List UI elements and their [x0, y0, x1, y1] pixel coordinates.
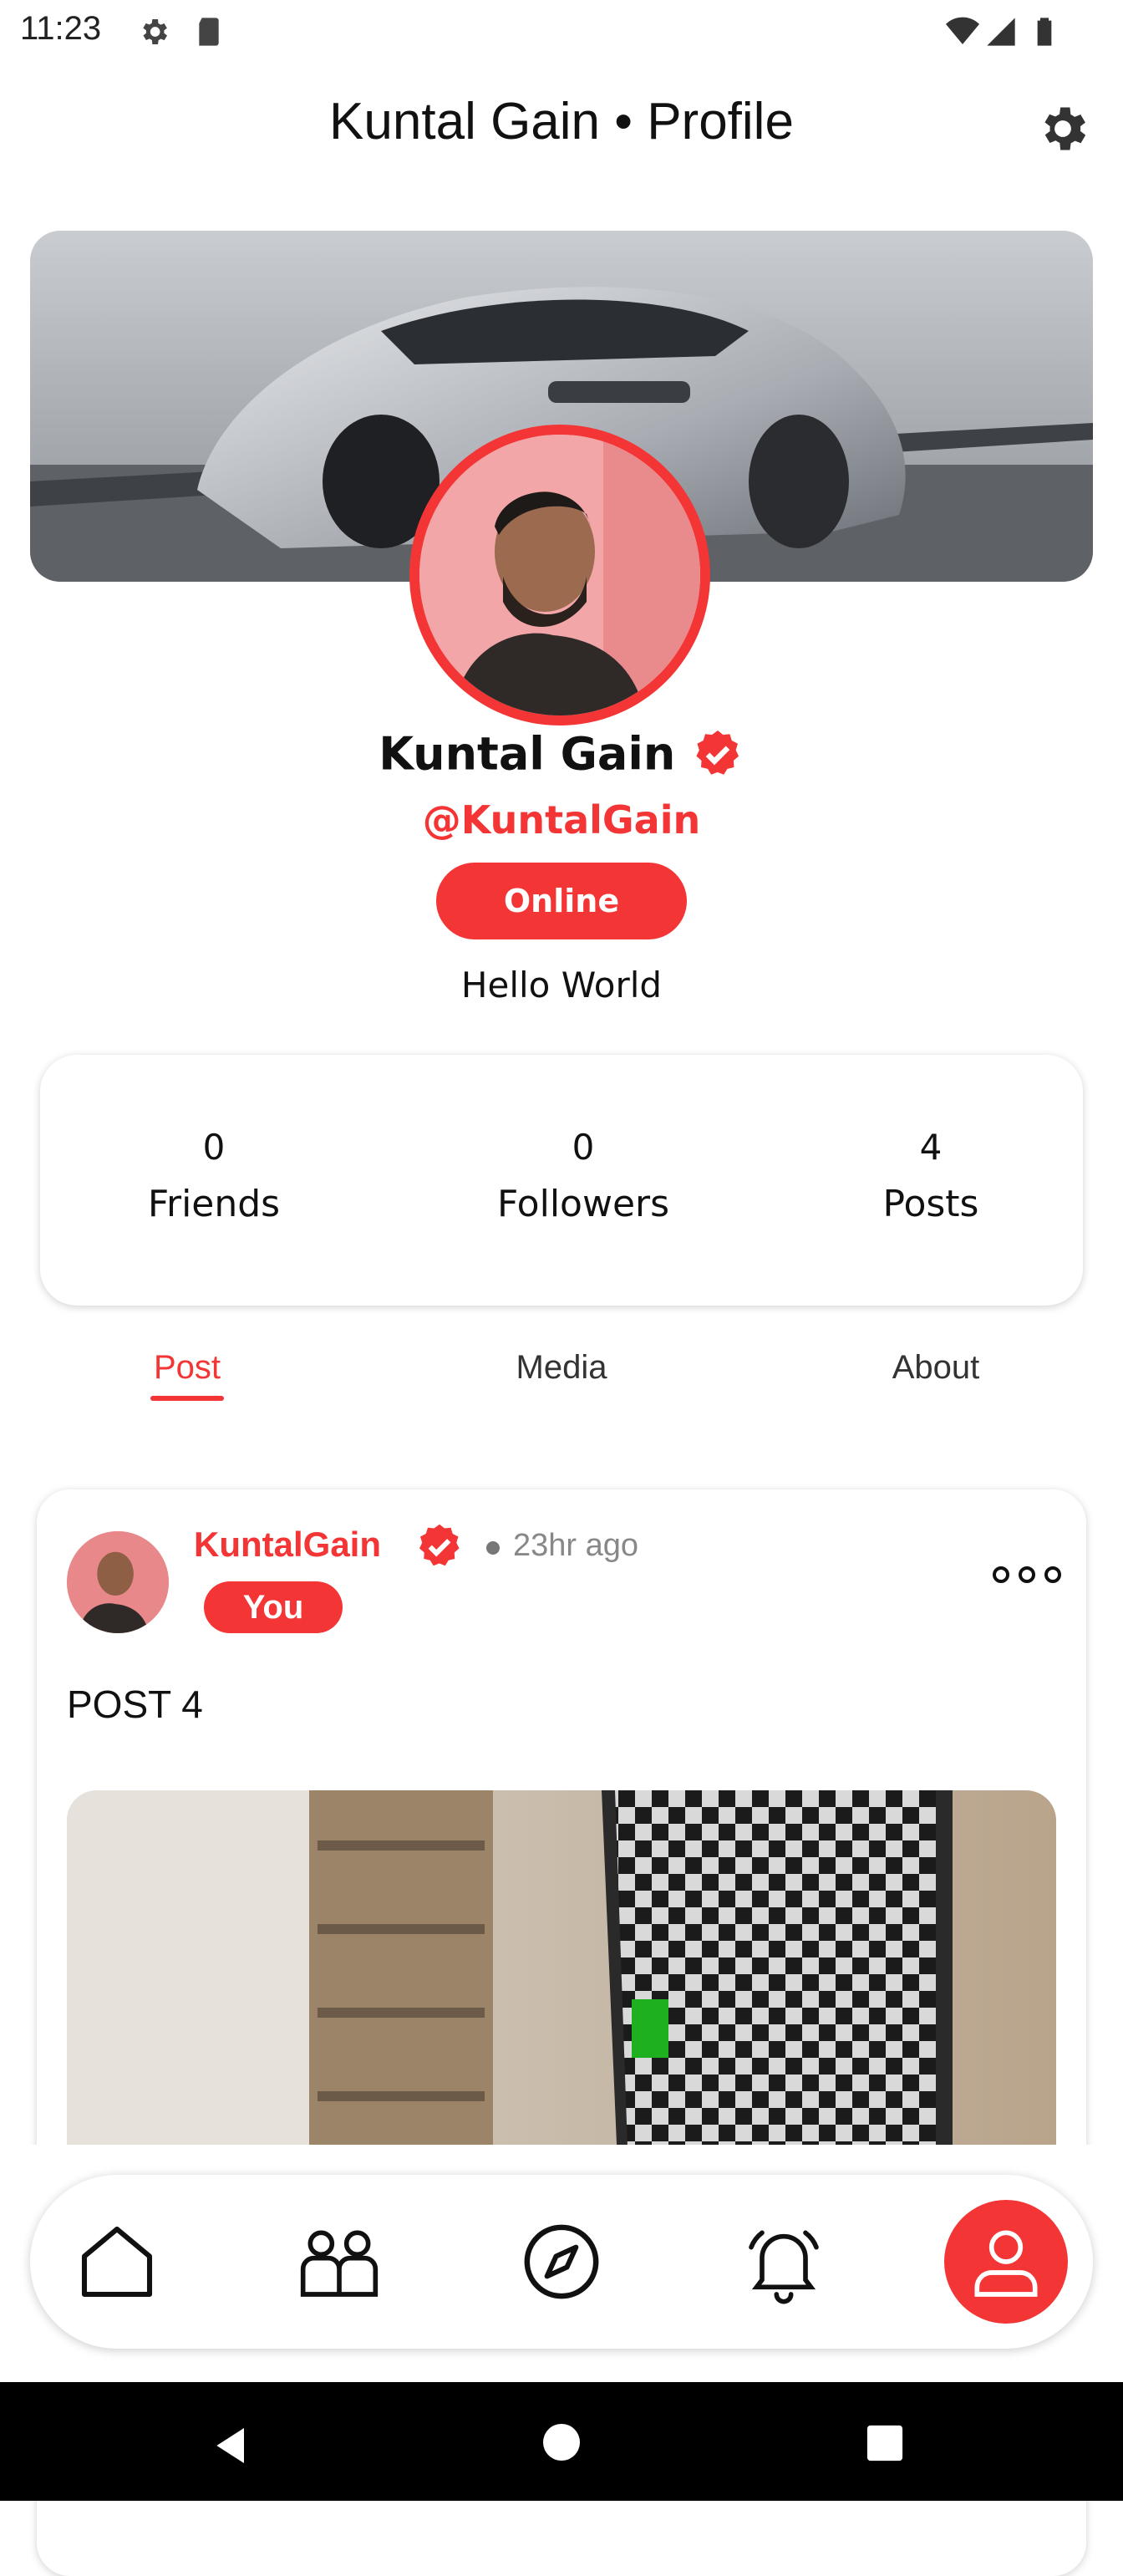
- tab-post[interactable]: Post: [62, 1349, 313, 1387]
- signal-icon: [987, 18, 1015, 46]
- stat-label: Friends: [147, 1183, 281, 1225]
- active-tab-indicator: [150, 1396, 224, 1401]
- stat-posts[interactable]: 4 Posts: [805, 1127, 1056, 1225]
- home-system-icon[interactable]: [541, 2422, 582, 2462]
- verified-badge-icon: [696, 731, 739, 775]
- friends-icon[interactable]: [296, 2218, 383, 2305]
- explore-icon[interactable]: [518, 2218, 605, 2305]
- post-timestamp: 23hr ago: [513, 1528, 639, 1563]
- page-title: Kuntal Gain • Profile: [329, 93, 794, 150]
- stat-friends[interactable]: 0 Friends: [89, 1127, 339, 1225]
- post-author-avatar[interactable]: [67, 1531, 169, 1633]
- stat-followers[interactable]: 0 Followers: [458, 1127, 709, 1225]
- home-icon[interactable]: [74, 2218, 160, 2305]
- status-time: 11:23: [20, 10, 102, 47]
- separator-dot: [486, 1541, 500, 1555]
- you-badge: You: [204, 1581, 343, 1633]
- post-text: POST 4: [67, 1683, 203, 1726]
- notifications-icon[interactable]: [740, 2218, 827, 2305]
- system-navigation-bar: [0, 2382, 1123, 2501]
- profile-nav-active[interactable]: [944, 2200, 1068, 2324]
- post-author-name[interactable]: KuntalGain: [194, 1525, 381, 1565]
- profile-icon[interactable]: [963, 2218, 1049, 2305]
- profile-name: Kuntal Gain: [379, 727, 676, 781]
- settings-status-icon: [143, 19, 167, 44]
- more-options-button[interactable]: [989, 1556, 1065, 1593]
- tab-about[interactable]: About: [810, 1349, 1061, 1387]
- stat-value: 4: [919, 1127, 943, 1168]
- recents-icon[interactable]: [866, 2424, 904, 2462]
- bottom-navigation: [30, 2175, 1093, 2349]
- wifi-icon: [946, 17, 979, 45]
- stat-value: 0: [202, 1127, 226, 1168]
- tab-media[interactable]: Media: [436, 1349, 687, 1387]
- profile-bio: Hello World: [460, 965, 663, 1005]
- verified-badge-icon: [419, 1524, 460, 1566]
- stat-label: Posts: [882, 1183, 979, 1225]
- sd-card-icon: [199, 18, 219, 46]
- profile-handle: @KuntalGain: [422, 797, 701, 843]
- stats-card: 0 Friends 0 Followers 4 Posts: [40, 1055, 1083, 1306]
- stat-label: Followers: [496, 1183, 670, 1225]
- stat-value: 0: [572, 1127, 595, 1168]
- online-status-badge: Online: [436, 863, 687, 939]
- profile-name-row: Kuntal Gain: [0, 727, 1123, 781]
- settings-button[interactable]: [1034, 100, 1091, 157]
- battery-icon: [1037, 18, 1052, 46]
- back-icon[interactable]: [209, 2422, 256, 2469]
- profile-avatar[interactable]: [409, 425, 710, 725]
